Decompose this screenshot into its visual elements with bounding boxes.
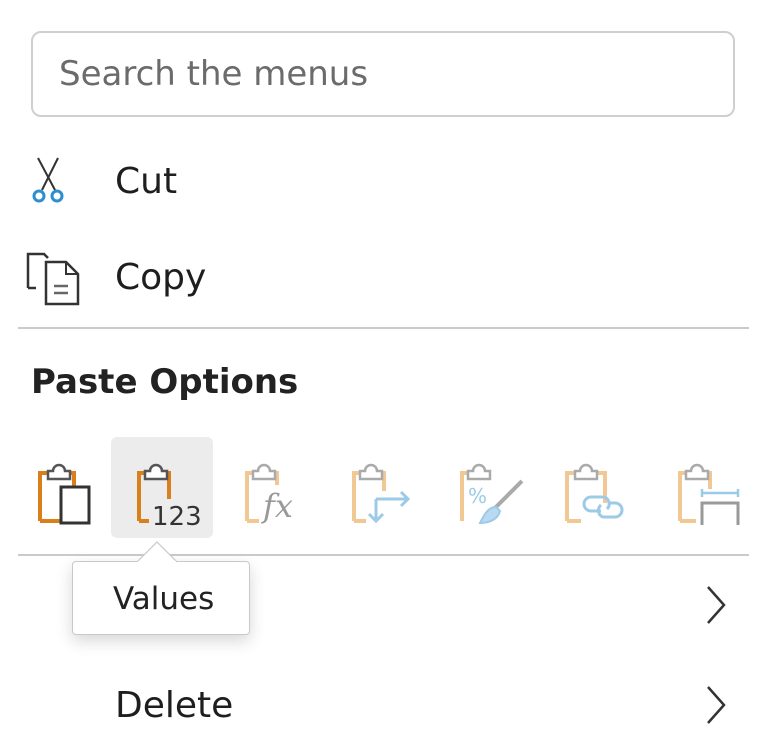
paste-formulas-icon: fx (245, 463, 293, 525)
paste-formatting-badge: % (468, 484, 487, 508)
tooltip-text: Values (113, 581, 215, 617)
paste-formatting-button[interactable]: % (440, 437, 542, 538)
paste-link-icon (565, 463, 624, 523)
paste-transpose-icon (352, 463, 411, 524)
copy-icon (24, 252, 80, 308)
paste-column-widths-icon (678, 463, 740, 525)
paste-formatting-icon: % (460, 463, 524, 525)
paste-icon (38, 463, 91, 525)
search-input[interactable] (33, 33, 733, 115)
paste-transpose-button[interactable] (332, 437, 434, 538)
paste-column-widths-button[interactable] (652, 437, 754, 538)
paste-values-button[interactable]: 123 (111, 437, 213, 538)
paste-values-icon: 123 (137, 463, 202, 532)
menu-item-cut[interactable]: Cut (0, 138, 773, 228)
cut-label: Cut (115, 161, 178, 202)
divider (18, 554, 749, 556)
search-box[interactable] (31, 31, 735, 117)
tooltip: Values (72, 561, 250, 635)
paste-values-badge: 123 (152, 502, 202, 532)
divider (18, 327, 749, 329)
chevron-right-icon (707, 686, 726, 724)
delete-label: Delete (115, 685, 234, 726)
paste-button[interactable] (18, 437, 120, 538)
menu-item-copy[interactable]: Copy (0, 234, 773, 324)
paste-formulas-button[interactable]: fx (225, 437, 327, 538)
scissors-icon (24, 156, 80, 212)
paste-options-title: Paste Options (31, 362, 299, 402)
menu-item-delete[interactable]: Delete (0, 660, 773, 750)
chevron-right-icon (707, 586, 726, 624)
copy-label: Copy (115, 257, 207, 298)
paste-link-button[interactable] (545, 437, 647, 538)
paste-formulas-badge: fx (261, 487, 293, 525)
tooltip-arrow (137, 541, 177, 563)
